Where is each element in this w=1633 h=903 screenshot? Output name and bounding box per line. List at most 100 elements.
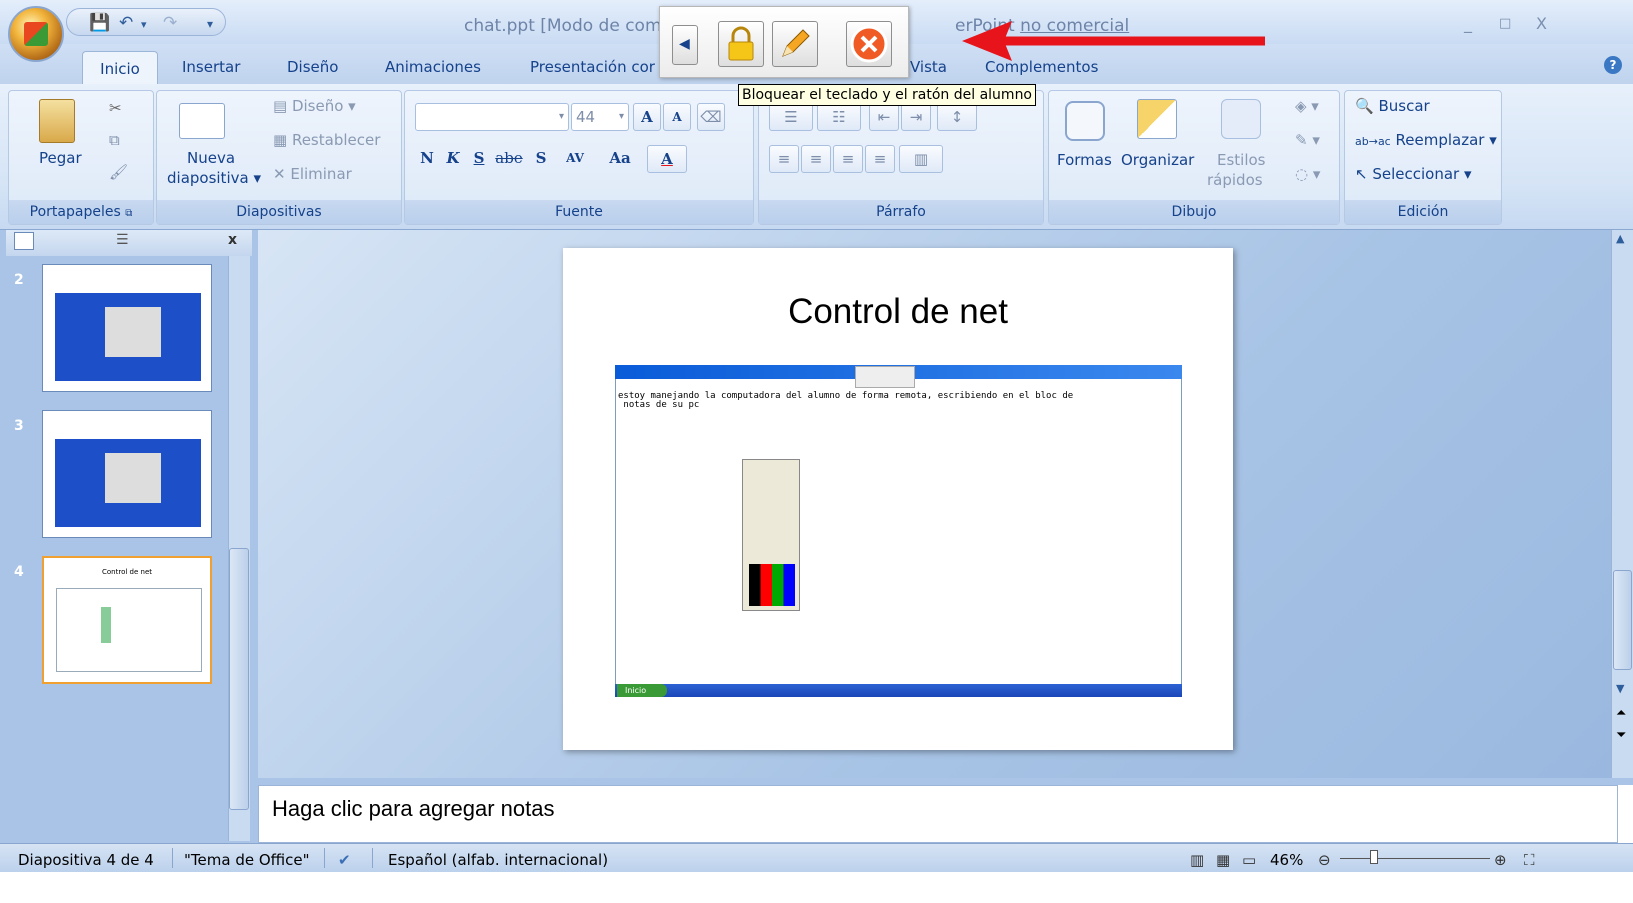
pencil-button[interactable] — [772, 21, 818, 67]
layout-button[interactable]: ▤ Diseño ▾ — [273, 97, 356, 115]
prev-slide-icon[interactable]: ⏶ — [1616, 706, 1626, 721]
normal-view-icon[interactable]: ▥ — [1190, 851, 1204, 869]
line-spacing-button[interactable]: ↕ — [937, 103, 977, 131]
new-slide-icon[interactable] — [179, 103, 225, 139]
diapositiva-label[interactable]: diapositiva ▾ — [167, 169, 261, 187]
fit-to-window-icon[interactable]: ⛶ — [1524, 851, 1535, 869]
shape-outline-icon[interactable]: ✎ ▾ — [1295, 131, 1320, 149]
grow-font-button[interactable]: A — [633, 103, 661, 131]
rapidos-label[interactable]: rápidos — [1207, 171, 1263, 189]
tab-diseno[interactable]: Diseño — [287, 58, 338, 76]
scroll-down-icon[interactable]: ▼ — [1616, 682, 1624, 695]
disconnect-button[interactable] — [846, 21, 892, 67]
font-size-input[interactable]: 44 ▾ — [571, 103, 629, 131]
slide-thumbnail-3[interactable] — [42, 410, 212, 538]
formas-label[interactable]: Formas — [1057, 151, 1112, 169]
slide-thumbnail-2[interactable] — [42, 264, 212, 392]
slide-scroll-thumb[interactable] — [1613, 570, 1632, 670]
scroll-up-icon[interactable]: ▲ — [1616, 232, 1624, 245]
notes-splitter[interactable] — [258, 778, 1633, 785]
customize-qat-icon[interactable]: ▾ — [207, 17, 213, 31]
outline-tab-icon[interactable]: ☰ — [116, 232, 129, 248]
organizar-label[interactable]: Organizar — [1121, 151, 1194, 169]
sorter-view-icon[interactable]: ▦ — [1216, 851, 1230, 869]
quick-styles-icon[interactable] — [1221, 99, 1261, 139]
bold-button[interactable]: N — [415, 145, 439, 173]
estilos-label[interactable]: Estilos — [1217, 151, 1266, 169]
columns-button[interactable]: ▥ — [899, 145, 943, 173]
notepad-screenshot-image[interactable] — [615, 365, 1182, 697]
back-button[interactable]: ◀ — [672, 25, 698, 65]
group-dibujo: Formas Organizar Estilos rápidos ◈ ▾ ✎ ▾… — [1048, 90, 1340, 225]
dialog-launcher-icon[interactable]: ⧉ — [125, 208, 132, 219]
slide-thumbnail-4[interactable]: Control de net — [42, 556, 212, 684]
tab-insertar[interactable]: Insertar — [182, 58, 240, 76]
save-icon[interactable]: 💾 — [89, 13, 110, 33]
strikethrough-button[interactable]: abe — [493, 145, 525, 173]
justify-button[interactable]: ≡ — [865, 145, 895, 173]
zoom-slider[interactable] — [1340, 858, 1490, 859]
align-left-button[interactable]: ≡ — [769, 145, 799, 173]
tab-inicio[interactable]: Inicio — [82, 51, 158, 85]
tab-vista[interactable]: Vista — [910, 58, 947, 76]
spacing-button[interactable]: AV — [555, 145, 595, 173]
slides-tab-icon[interactable] — [14, 232, 34, 250]
maximize-button[interactable]: □ — [1499, 16, 1511, 31]
language-indicator[interactable]: Español (alfab. internacional) — [388, 851, 608, 869]
slide-title[interactable]: Control de net — [563, 292, 1233, 332]
status-separator — [324, 848, 325, 868]
delete-slide-button[interactable]: ✕ Eliminar — [273, 165, 352, 183]
copy-icon[interactable]: ⧉ — [109, 131, 120, 149]
font-name-input[interactable]: ▾ — [415, 103, 569, 131]
slideshow-view-icon[interactable]: ▭ — [1242, 851, 1256, 869]
shape-fill-icon[interactable]: ◈ ▾ — [1295, 97, 1319, 115]
spellcheck-icon[interactable]: ✔ — [338, 851, 351, 869]
redo-icon[interactable]: ↷ — [163, 13, 177, 33]
close-window-button[interactable]: X — [1536, 14, 1547, 33]
font-color-button[interactable]: A — [647, 145, 687, 173]
change-case-button[interactable]: Aa — [599, 145, 641, 173]
zoom-in-button[interactable]: ⊕ — [1494, 851, 1507, 869]
underline-button[interactable]: S — [467, 145, 491, 173]
tab-animaciones[interactable]: Animaciones — [385, 58, 481, 76]
paste-icon[interactable] — [39, 99, 75, 143]
numbering-button[interactable]: ☷ — [817, 103, 861, 131]
office-button[interactable] — [8, 6, 64, 62]
shapes-icon[interactable] — [1065, 101, 1105, 141]
zoom-level[interactable]: 46% — [1270, 851, 1303, 869]
reemplazar-button[interactable]: ab→ac Reemplazar ▾ — [1355, 131, 1497, 149]
lock-keyboard-mouse-button[interactable] — [718, 21, 764, 67]
clear-format-button[interactable]: ⌫ — [697, 103, 725, 131]
undo-icon[interactable]: ↶ — [119, 13, 133, 33]
tab-presentacion[interactable]: Presentación cor — [530, 58, 655, 76]
reset-button[interactable]: ▦ Restablecer — [273, 131, 380, 149]
notes-placeholder[interactable]: Haga clic para agregar notas — [272, 796, 555, 822]
italic-button[interactable]: K — [441, 145, 465, 173]
undo-dropdown-icon[interactable]: ▾ — [141, 18, 147, 31]
arrange-icon[interactable] — [1137, 99, 1177, 139]
shrink-font-button[interactable]: A — [663, 103, 691, 131]
nueva-label[interactable]: Nueva — [187, 149, 235, 167]
bullets-button[interactable]: ☰ — [769, 103, 813, 131]
pencil-icon — [782, 29, 810, 57]
seleccionar-button[interactable]: ↖ Seleccionar ▾ — [1355, 165, 1472, 183]
increase-indent-button[interactable]: ⇥ — [901, 103, 931, 131]
thumbnail-scroll-thumb[interactable] — [229, 548, 249, 810]
help-icon[interactable]: ? — [1604, 56, 1622, 74]
align-right-button[interactable]: ≡ — [833, 145, 863, 173]
zoom-slider-thumb[interactable] — [1370, 850, 1378, 864]
zoom-out-button[interactable]: ⊖ — [1318, 851, 1331, 869]
decrease-indent-button[interactable]: ⇤ — [869, 103, 899, 131]
close-panel-button[interactable]: x — [228, 232, 237, 248]
format-painter-icon[interactable]: 🖌 — [109, 163, 128, 181]
shape-effects-icon[interactable]: ◌ ▾ — [1295, 165, 1320, 183]
minimize-button[interactable]: _ — [1464, 14, 1472, 33]
slide-scrollbar[interactable]: ▲ ▼ ⏶ ⏷ — [1611, 230, 1633, 778]
align-center-button[interactable]: ≡ — [801, 145, 831, 173]
shadow-button[interactable]: S — [529, 145, 553, 173]
next-slide-icon[interactable]: ⏷ — [1616, 728, 1626, 743]
tooltip: Bloquear el teclado y el ratón del alumn… — [738, 84, 1037, 106]
cut-icon[interactable]: ✂ — [109, 99, 122, 117]
pegar-label[interactable]: Pegar — [39, 149, 82, 167]
buscar-button[interactable]: 🔍 Buscar — [1355, 97, 1430, 115]
